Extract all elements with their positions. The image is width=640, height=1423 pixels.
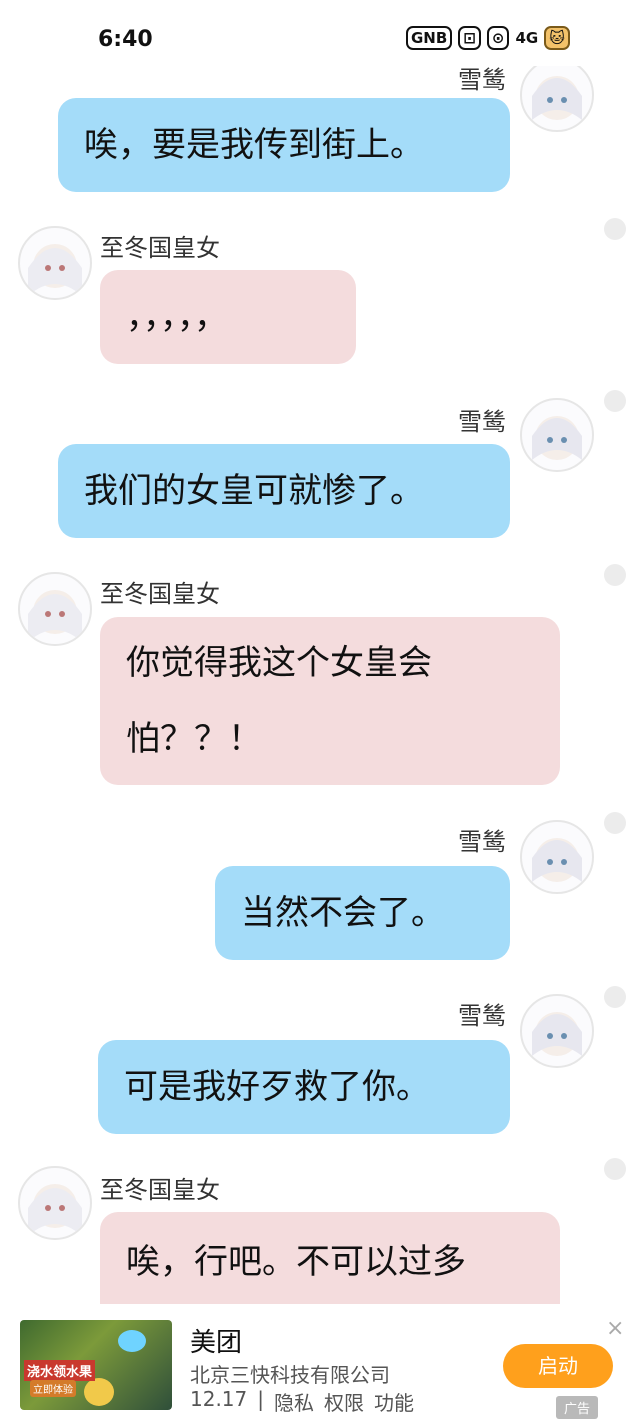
ad-separator: | bbox=[257, 1387, 265, 1411]
status-dot bbox=[604, 564, 626, 586]
ad-badge[interactable]: 广告 bbox=[556, 1396, 599, 1419]
anime-girl-avatar-icon bbox=[532, 416, 582, 460]
status-dot bbox=[604, 1158, 626, 1180]
ad-title[interactable]: 美团 bbox=[190, 1322, 242, 1359]
anime-girl-avatar-icon bbox=[28, 1184, 82, 1236]
message-bubble[interactable]: 我们的女皇可就惨了。 bbox=[58, 444, 510, 538]
anime-girl-avatar-icon bbox=[28, 244, 82, 296]
gem-icon bbox=[118, 1330, 146, 1352]
ad-function-link[interactable]: 功能 bbox=[374, 1387, 414, 1416]
anime-girl-avatar-icon bbox=[532, 76, 582, 120]
sender-name: 雪鸶 bbox=[458, 408, 506, 436]
sender-name: 至冬国皇女 bbox=[100, 580, 220, 608]
ad-permission-link[interactable]: 权限 bbox=[324, 1387, 364, 1416]
avatar[interactable] bbox=[18, 1166, 92, 1240]
message-bubble[interactable]: 当然不会了。 bbox=[215, 866, 510, 960]
message-bubble[interactable]: 可是我好歹救了你。 bbox=[98, 1040, 510, 1134]
network-4g-icon: 4G bbox=[515, 29, 539, 47]
anime-girl-avatar-icon bbox=[28, 590, 82, 642]
anime-girl-avatar-icon bbox=[532, 1012, 582, 1056]
game-icon: ⊙ bbox=[486, 26, 510, 50]
message-bubble[interactable]: 唉，要是我传到街上。 bbox=[58, 98, 510, 192]
ad-thumb-sub: 立即体验 bbox=[30, 1380, 76, 1397]
message-icon: ⊡ bbox=[458, 26, 481, 50]
ad-company: 北京三快科技有限公司 bbox=[190, 1363, 390, 1387]
sender-name: 至冬国皇女 bbox=[100, 234, 220, 262]
anime-girl-avatar-icon bbox=[532, 838, 582, 882]
sender-name: 雪鸶 bbox=[458, 828, 506, 856]
avatar[interactable] bbox=[520, 820, 594, 894]
avatar[interactable] bbox=[520, 398, 594, 472]
status-dot bbox=[604, 218, 626, 240]
app-notification-icon: GNB bbox=[406, 26, 453, 50]
avatar[interactable] bbox=[18, 572, 92, 646]
launch-button[interactable]: 启动 bbox=[503, 1344, 613, 1388]
status-dot bbox=[604, 390, 626, 412]
avatar[interactable] bbox=[520, 58, 594, 132]
status-bar: 6:40 GNB ⊡ ⊙ 4G 🐱 bbox=[0, 0, 640, 66]
character-icon bbox=[84, 1378, 114, 1406]
message-bubble[interactable]: ，，，，， bbox=[100, 270, 356, 364]
ad-banner[interactable]: 浇水领水果 立即体验 美团 北京三快科技有限公司 12.17 | 隐私 权限 功… bbox=[0, 1304, 640, 1423]
message-bubble[interactable]: 你觉得我这个女皇会怕？？！ bbox=[100, 617, 560, 785]
sender-name: 雪鸶 bbox=[458, 1002, 506, 1030]
ad-version: 12.17 bbox=[190, 1387, 248, 1411]
sender-name: 至冬国皇女 bbox=[100, 1176, 220, 1204]
battery-icon: 🐱 bbox=[544, 26, 570, 50]
ad-meta: 12.17 | 隐私 权限 功能 bbox=[190, 1387, 414, 1416]
status-time: 6:40 bbox=[98, 27, 153, 52]
close-icon[interactable]: × bbox=[606, 1316, 624, 1341]
ad-privacy-link[interactable]: 隐私 bbox=[274, 1387, 314, 1416]
status-dot bbox=[604, 986, 626, 1008]
ad-thumbnail[interactable]: 浇水领水果 立即体验 bbox=[20, 1320, 172, 1410]
avatar[interactable] bbox=[18, 226, 92, 300]
status-icons: GNB ⊡ ⊙ 4G 🐱 bbox=[406, 26, 570, 50]
ad-thumb-title: 浇水领水果 bbox=[24, 1360, 96, 1381]
avatar[interactable] bbox=[520, 994, 594, 1068]
status-dot bbox=[604, 812, 626, 834]
